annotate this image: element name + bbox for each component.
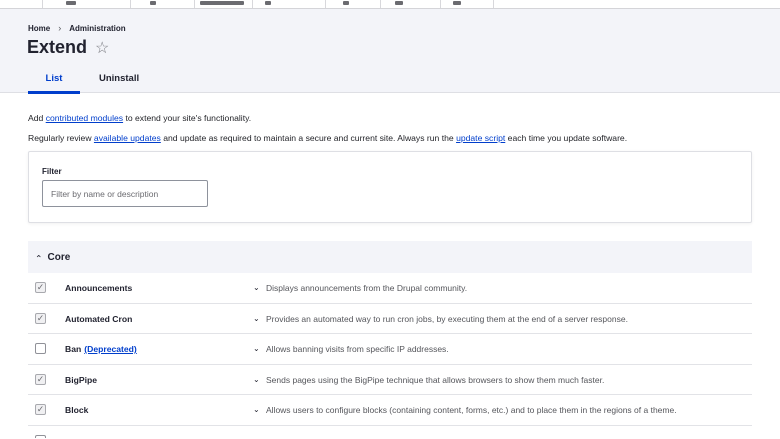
toolbar-divider bbox=[194, 0, 195, 8]
filter-label: Filter bbox=[42, 167, 62, 176]
core-package-toggle[interactable]: ⌄ Core bbox=[28, 241, 752, 273]
core-package-label: Core bbox=[47, 251, 71, 263]
breadcrumb: Home › Administration bbox=[28, 23, 126, 33]
module-description: Displays announcements from the Drupal c… bbox=[266, 283, 468, 293]
intro-text: to extend your site's functionality. bbox=[123, 113, 252, 123]
contributed-modules-link[interactable]: contributed modules bbox=[46, 113, 123, 123]
toolbar-icon[interactable] bbox=[395, 1, 403, 5]
module-row-automated-cron: ✓ Automated Cron ⌄ Provides an automated… bbox=[28, 304, 752, 335]
available-updates-link[interactable]: available updates bbox=[94, 133, 161, 143]
module-description: Allows users to configure blocks (contai… bbox=[266, 405, 677, 416]
filter-input[interactable] bbox=[42, 180, 208, 207]
module-list: ✓ Announcements ⌄ Displays announcements… bbox=[28, 273, 752, 438]
toolbar-icon[interactable] bbox=[66, 1, 76, 5]
module-description: Allows banning visits from specific IP a… bbox=[266, 344, 449, 355]
chevron-down-icon[interactable]: ⌄ bbox=[253, 405, 260, 414]
toolbar-icon[interactable] bbox=[343, 1, 349, 5]
chevron-down-icon[interactable]: ⌄ bbox=[253, 314, 260, 323]
toolbar-divider bbox=[252, 0, 253, 8]
toolbar-icon[interactable] bbox=[453, 1, 461, 5]
module-checkbox[interactable] bbox=[35, 343, 46, 355]
toolbar-icon[interactable] bbox=[265, 1, 271, 5]
intro-text: each time you update software. bbox=[505, 133, 628, 143]
module-name-text: Ban bbox=[65, 344, 82, 355]
toolbar-divider bbox=[493, 0, 494, 8]
page-header: Home › Administration Extend ☆ List Unin… bbox=[0, 9, 780, 94]
intro-line-1: Add contributed modules to extend your s… bbox=[28, 113, 251, 123]
primary-tabs: List Uninstall bbox=[28, 70, 156, 94]
toolbar-divider bbox=[325, 0, 326, 8]
module-name: Automated Cron bbox=[65, 313, 133, 324]
toolbar-divider bbox=[440, 0, 441, 8]
page-title: Extend bbox=[27, 37, 88, 57]
module-checkbox[interactable]: ✓ bbox=[35, 312, 46, 324]
favorite-star-icon[interactable]: ☆ bbox=[95, 38, 109, 58]
toolbar-divider bbox=[380, 0, 381, 8]
breadcrumb-home-link[interactable]: Home bbox=[28, 24, 50, 33]
module-name: Announcements bbox=[65, 283, 133, 293]
module-name: BigPipe bbox=[65, 374, 97, 385]
chevron-down-icon[interactable]: ⌄ bbox=[253, 344, 260, 353]
module-checkbox[interactable]: ✓ bbox=[35, 404, 46, 416]
module-name: Ban (Deprecated) bbox=[65, 344, 137, 354]
chevron-up-icon: ⌄ bbox=[35, 252, 43, 263]
tab-list[interactable]: List bbox=[28, 70, 80, 94]
update-script-link[interactable]: update script bbox=[456, 133, 505, 143]
filter-panel: Filter bbox=[28, 151, 752, 223]
page-title-container: Extend ☆ bbox=[27, 37, 109, 58]
module-checkbox[interactable] bbox=[35, 434, 46, 438]
breadcrumb-separator: › bbox=[58, 23, 62, 33]
module-row-block: ✓ Block ⌄ Allows users to configure bloc… bbox=[28, 395, 752, 426]
intro-text: Regularly review bbox=[28, 133, 94, 143]
intro-text: Add bbox=[28, 113, 46, 123]
toolbar-icon[interactable] bbox=[150, 1, 156, 5]
toolbar-divider bbox=[130, 0, 131, 8]
toolbar-divider bbox=[42, 0, 43, 8]
module-name: Block bbox=[65, 405, 89, 416]
intro-line-2: Regularly review available updates and u… bbox=[28, 133, 627, 143]
module-row-ban: Ban (Deprecated) ⌄ Allows banning visits … bbox=[28, 334, 752, 365]
module-checkbox[interactable]: ✓ bbox=[35, 282, 46, 293]
module-description: Sends pages using the BigPipe technique … bbox=[266, 374, 605, 385]
module-checkbox[interactable]: ✓ bbox=[35, 373, 46, 385]
module-row-announcements: ✓ Announcements ⌄ Displays announcements… bbox=[28, 273, 752, 304]
module-description: Provides an automated way to run cron jo… bbox=[266, 313, 628, 324]
breadcrumb-administration-link[interactable]: Administration bbox=[69, 24, 125, 33]
chevron-down-icon[interactable]: ⌄ bbox=[253, 283, 260, 292]
admin-toolbar bbox=[0, 0, 780, 9]
deprecated-link[interactable]: (Deprecated) bbox=[84, 344, 137, 354]
chevron-down-icon[interactable]: ⌄ bbox=[253, 375, 260, 384]
intro-text: and update as required to maintain a sec… bbox=[160, 133, 457, 143]
toolbar-icon[interactable] bbox=[200, 1, 244, 5]
module-row-partial bbox=[28, 426, 752, 438]
tab-uninstall[interactable]: Uninstall bbox=[80, 70, 156, 93]
module-row-bigpipe: ✓ BigPipe ⌄ Sends pages using the BigPip… bbox=[28, 365, 752, 396]
